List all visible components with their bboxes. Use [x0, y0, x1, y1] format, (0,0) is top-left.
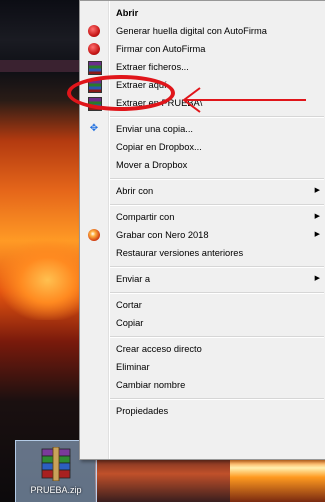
file-name-label: PRUEBA.zip [30, 485, 82, 495]
submenu-arrow-icon: ▶ [314, 231, 320, 238]
menu-separator [110, 178, 324, 179]
menu-item-label: Extraer ficheros... [116, 62, 189, 72]
menu-item-grabar-nero[interactable]: Grabar con Nero 2018 ▶ [80, 226, 325, 244]
winrar-icon [88, 61, 102, 75]
menu-item-generar-huella[interactable]: Generar huella digital con AutoFirma [80, 22, 325, 40]
menu-item-enviar-a[interactable]: Enviar a ▶ [80, 270, 325, 288]
menu-item-copiar-dropbox[interactable]: Copiar en Dropbox... [80, 138, 325, 156]
menu-item-propiedades[interactable]: Propiedades [80, 402, 325, 420]
menu-item-label: Enviar a [116, 274, 151, 284]
menu-item-label: Grabar con Nero 2018 [116, 230, 209, 240]
menu-item-label: Enviar una copia... [116, 124, 194, 134]
menu-item-label: Firmar con AutoFirma [116, 44, 206, 54]
menu-item-restaurar-versiones[interactable]: Restaurar versiones anteriores [80, 244, 325, 262]
menu-item-abrir[interactable]: Abrir [80, 4, 325, 22]
menu-item-crear-acceso-directo[interactable]: Crear acceso directo [80, 340, 325, 358]
menu-item-label: Cambiar nombre [116, 380, 186, 390]
menu-item-label: Compartir con [116, 212, 175, 222]
menu-item-eliminar[interactable]: Eliminar [80, 358, 325, 376]
dropbox-icon: ✥ [89, 123, 99, 134]
submenu-arrow-icon: ▶ [314, 213, 320, 220]
menu-item-label: Mover a Dropbox [116, 160, 188, 170]
winrar-archive-icon [41, 447, 71, 481]
menu-item-copiar[interactable]: Copiar [80, 314, 325, 332]
menu-item-label: Cortar [116, 300, 142, 310]
highlight-ellipse [67, 75, 175, 111]
menu-separator [110, 398, 324, 399]
autofirma-icon [88, 43, 100, 55]
menu-item-cambiar-nombre[interactable]: Cambiar nombre [80, 376, 325, 394]
autofirma-icon [88, 25, 100, 37]
menu-item-label: Propiedades [116, 406, 169, 416]
menu-item-label: Copiar en Dropbox... [116, 142, 202, 152]
menu-item-label: Eliminar [116, 362, 150, 372]
nero-icon [88, 229, 100, 241]
menu-item-enviar-copia[interactable]: ✥ Enviar una copia... [80, 120, 325, 138]
menu-item-mover-dropbox[interactable]: Mover a Dropbox [80, 156, 325, 174]
sunset-glow [95, 455, 230, 502]
menu-separator [110, 204, 324, 205]
menu-item-abrir-con[interactable]: Abrir con ▶ [80, 182, 325, 200]
menu-item-cortar[interactable]: Cortar [80, 296, 325, 314]
menu-item-label: Copiar [116, 318, 144, 328]
menu-separator [110, 292, 324, 293]
menu-separator [110, 116, 324, 117]
context-menu: Abrir Generar huella digital con AutoFir… [79, 0, 325, 460]
menu-item-label: Abrir con [116, 186, 154, 196]
menu-item-label: Abrir [116, 8, 139, 18]
menu-item-label: Generar huella digital con AutoFirma [116, 26, 267, 36]
menu-item-firmar-autofirma[interactable]: Firmar con AutoFirma [80, 40, 325, 58]
menu-separator [110, 336, 324, 337]
submenu-arrow-icon: ▶ [314, 275, 320, 282]
menu-item-label: Crear acceso directo [116, 344, 202, 354]
arrow-icon [182, 87, 306, 113]
submenu-arrow-icon: ▶ [314, 187, 320, 194]
menu-item-label: Restaurar versiones anteriores [116, 248, 244, 258]
menu-separator [110, 266, 324, 267]
menu-item-compartir-con[interactable]: Compartir con ▶ [80, 208, 325, 226]
menu-item-extraer-ficheros[interactable]: Extraer ficheros... [80, 58, 325, 76]
